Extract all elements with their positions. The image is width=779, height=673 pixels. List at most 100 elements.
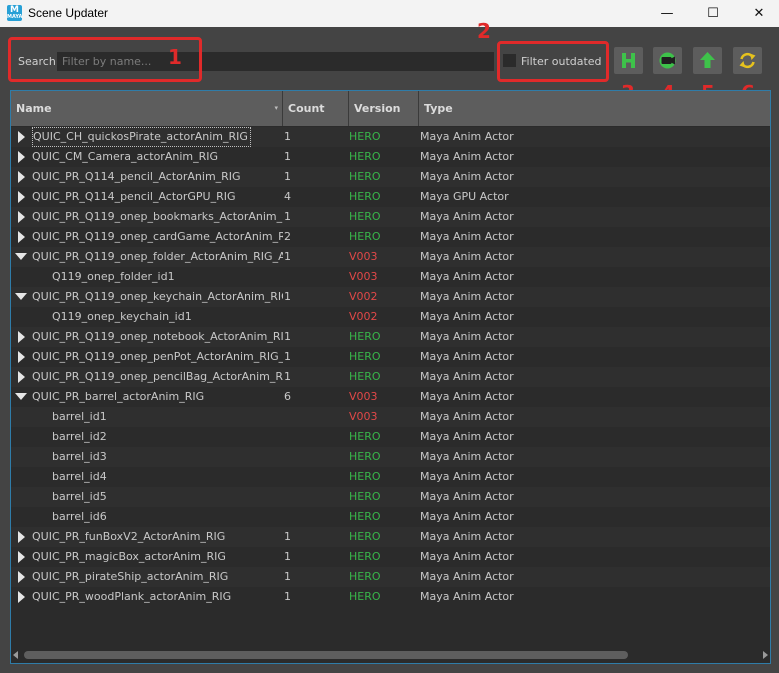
row-version: HERO — [349, 490, 381, 503]
table-row[interactable]: barrel_id1 V003 Maya Anim Actor — [11, 407, 770, 427]
expand-arrow-icon[interactable] — [18, 531, 25, 543]
h-letter-icon — [622, 53, 635, 68]
scroll-right-icon[interactable] — [763, 651, 768, 659]
row-name-cell: QUIC_PR_barrel_actorAnim_RIG — [11, 387, 283, 407]
table-row[interactable]: QUIC_PR_Q119_onep_bookmarks_ActorAnim_R.… — [11, 207, 770, 227]
row-version: HERO — [349, 210, 381, 223]
table-row[interactable]: Q119_onep_keychain_id1 V002 Maya Anim Acto… — [11, 307, 770, 327]
row-type: Maya Anim Actor — [420, 590, 514, 603]
row-type: Maya Anim Actor — [420, 350, 514, 363]
row-type: Maya Anim Actor — [420, 510, 514, 523]
table-row[interactable]: QUIC_PR_Q119_onep_folder_ActorAnim_RIG_A… — [11, 247, 770, 267]
expand-arrow-icon[interactable] — [18, 131, 25, 143]
table-row[interactable]: QUIC_PR_woodPlank_actorAnim_RIG 1 HERO Maya… — [11, 587, 770, 607]
close-button[interactable]: ✕ — [736, 0, 779, 27]
table-row[interactable]: Q119_onep_folder_id1 V003 Maya Anim Actor — [11, 267, 770, 287]
table-row[interactable]: QUIC_PR_Q119_onep_notebook_ActorAnim_RI.… — [11, 327, 770, 347]
row-version: HERO — [349, 330, 381, 343]
column-header-type[interactable]: Type — [419, 91, 770, 126]
expand-arrow-icon[interactable] — [18, 331, 25, 343]
table-row[interactable]: QUIC_PR_Q119_onep_keychain_ActorAnim_RIG… — [11, 287, 770, 307]
camera-button[interactable] — [653, 47, 682, 74]
row-type: Maya Anim Actor — [420, 310, 514, 323]
row-name: QUIC_PR_Q119_onep_keychain_ActorAnim_RIG… — [32, 290, 283, 303]
row-count: 1 — [284, 370, 291, 383]
row-count: 1 — [284, 250, 291, 263]
row-type: Maya Anim Actor — [420, 570, 514, 583]
expand-arrow-icon[interactable] — [18, 171, 25, 183]
column-header-name[interactable]: Name ▾ — [11, 91, 283, 126]
row-type: Maya Anim Actor — [420, 210, 514, 223]
table-row[interactable]: barrel_id3 HERO Maya Anim Actor — [11, 447, 770, 467]
table-row[interactable]: QUIC_CH_quickosPirate_actorAnim_RIG 1 HERO… — [11, 127, 770, 147]
horizontal-scrollbar[interactable] — [11, 647, 770, 663]
table-row[interactable]: QUIC_PR_pirateShip_actorAnim_RIG 1 HERO May… — [11, 567, 770, 587]
row-version: HERO — [349, 370, 381, 383]
row-version: HERO — [349, 350, 381, 363]
column-header-version[interactable]: Version — [349, 91, 419, 126]
row-count: 1 — [284, 570, 291, 583]
row-version: HERO — [349, 570, 381, 583]
column-header-count[interactable]: Count — [283, 91, 349, 126]
table-row[interactable]: QUIC_PR_barrel_actorAnim_RIG 6 V003 Maya An… — [11, 387, 770, 407]
row-name-cell: QUIC_PR_Q119_onep_penPot_ActorAnim_RIG_.… — [11, 347, 283, 367]
expand-arrow-icon[interactable] — [18, 551, 25, 563]
camera-icon — [659, 52, 676, 69]
set-hero-button[interactable] — [614, 47, 643, 74]
collapse-arrow-icon[interactable] — [15, 293, 27, 300]
row-type: Maya Anim Actor — [420, 230, 514, 243]
row-version: HERO — [349, 190, 381, 203]
row-count — [284, 487, 348, 507]
row-name: QUIC_CM_Camera_actorAnim_RIG — [32, 150, 219, 163]
row-version: HERO — [349, 130, 381, 143]
row-version: V003 — [349, 250, 378, 263]
row-count — [284, 427, 348, 447]
row-version: HERO — [349, 170, 381, 183]
expand-arrow-icon[interactable] — [18, 571, 25, 583]
row-name-cell: Q119_onep_folder_id1 — [11, 267, 283, 287]
table-row[interactable]: QUIC_PR_magicBox_actorAnim_RIG 1 HERO Maya … — [11, 547, 770, 567]
collapse-arrow-icon[interactable] — [15, 393, 27, 400]
row-name-cell: QUIC_PR_Q114_pencil_ActorGPU_RIG — [11, 187, 283, 207]
row-name: QUIC_PR_Q119_onep_notebook_ActorAnim_RI.… — [32, 330, 283, 343]
row-name: QUIC_PR_Q114_pencil_ActorAnim_RIG — [32, 170, 241, 183]
tree-rows: QUIC_CH_quickosPirate_actorAnim_RIG 1 HERO… — [11, 127, 770, 607]
row-count: 4 — [284, 190, 291, 203]
table-row[interactable]: barrel_id6 HERO Maya Anim Actor — [11, 507, 770, 527]
table-row[interactable]: QUIC_PR_Q114_pencil_ActorGPU_RIG 4 HERO May… — [11, 187, 770, 207]
refresh-button[interactable] — [733, 47, 762, 74]
row-name: Q119_onep_keychain_id1 — [52, 310, 192, 323]
expand-arrow-icon[interactable] — [18, 351, 25, 363]
expand-arrow-icon[interactable] — [18, 191, 25, 203]
row-type: Maya Anim Actor — [420, 470, 514, 483]
scene-tree[interactable]: Name ▾ Count Version Type QUIC_CH_quicko… — [10, 90, 771, 664]
table-row[interactable]: barrel_id2 HERO Maya Anim Actor — [11, 427, 770, 447]
expand-arrow-icon[interactable] — [18, 591, 25, 603]
row-name-cell: QUIC_PR_Q119_onep_notebook_ActorAnim_RI.… — [11, 327, 283, 347]
table-row[interactable]: QUIC_PR_Q119_onep_penPot_ActorAnim_RIG_.… — [11, 347, 770, 367]
minimize-button[interactable]: — — [644, 0, 690, 27]
scroll-left-icon[interactable] — [13, 651, 18, 659]
expand-arrow-icon[interactable] — [18, 371, 25, 383]
maximize-button[interactable]: ☐ — [690, 0, 736, 27]
collapse-arrow-icon[interactable] — [15, 253, 27, 260]
row-name-cell: QUIC_PR_magicBox_actorAnim_RIG — [11, 547, 283, 567]
row-name-cell: barrel_id5 — [11, 487, 283, 507]
row-name-cell: QUIC_PR_funBoxV2_ActorAnim_RIG — [11, 527, 283, 547]
table-row[interactable]: QUIC_PR_Q119_onep_cardGame_ActorAnim_RI.… — [11, 227, 770, 247]
row-name-cell: barrel_id2 — [11, 427, 283, 447]
table-row[interactable]: barrel_id5 HERO Maya Anim Actor — [11, 487, 770, 507]
update-button[interactable] — [693, 47, 722, 74]
table-row[interactable]: QUIC_PR_Q119_onep_pencilBag_ActorAnim_RI… — [11, 367, 770, 387]
row-name-cell: QUIC_PR_Q119_onep_folder_ActorAnim_RIG_A… — [11, 247, 283, 267]
expand-arrow-icon[interactable] — [18, 231, 25, 243]
scrollbar-thumb[interactable] — [24, 651, 628, 659]
table-row[interactable]: QUIC_PR_funBoxV2_ActorAnim_RIG 1 HERO Maya … — [11, 527, 770, 547]
expand-arrow-icon[interactable] — [18, 151, 25, 163]
row-name-cell: barrel_id1 — [11, 407, 283, 427]
row-count — [284, 507, 348, 527]
table-row[interactable]: QUIC_PR_Q114_pencil_ActorAnim_RIG 1 HERO Ma… — [11, 167, 770, 187]
expand-arrow-icon[interactable] — [18, 211, 25, 223]
table-row[interactable]: barrel_id4 HERO Maya Anim Actor — [11, 467, 770, 487]
table-row[interactable]: QUIC_CM_Camera_actorAnim_RIG 1 HERO Maya An… — [11, 147, 770, 167]
